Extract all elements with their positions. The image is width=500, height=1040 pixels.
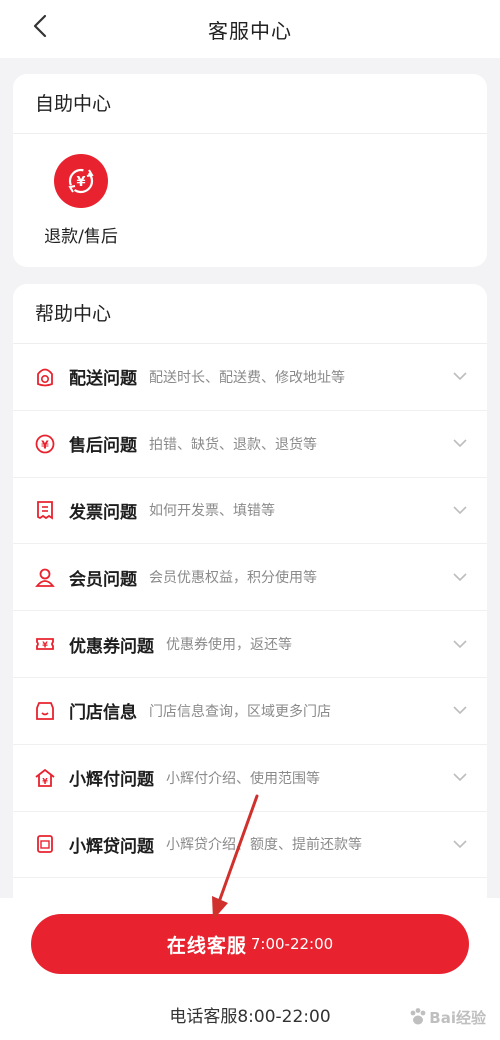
- online-service-button[interactable]: 在线客服 7:00-22:00: [31, 914, 469, 974]
- help-item-coupon[interactable]: ¥ 优惠券问题 优惠券使用，返还等: [13, 611, 487, 678]
- page-title: 客服中心: [208, 18, 292, 43]
- bottom-action-bar: 在线客服 7:00-22:00 电话客服8:00-22:00 Bai经验: [0, 898, 500, 1040]
- help-item-invoice[interactable]: 发票问题 如何开发票、填错等: [13, 478, 487, 545]
- help-item-name: 配送问题: [69, 369, 137, 390]
- store-icon: [33, 699, 57, 723]
- help-center-card: 帮助中心 配送问题 配送时长、配送费、修改地址等 ¥ 售后问题 拍错、缺货、退款…: [13, 284, 487, 924]
- help-item-desc: 拍错、缺货、退款、退货等: [149, 436, 317, 453]
- coupon-icon: ¥: [33, 632, 57, 656]
- delivery-icon: [33, 365, 57, 389]
- help-item-aftersale[interactable]: ¥ 售后问题 拍错、缺货、退款、退货等: [13, 411, 487, 478]
- help-item-desc: 小辉贷介绍、额度、提前还款等: [166, 837, 362, 854]
- self-service-title: 自助中心: [13, 74, 487, 134]
- online-service-label: 在线客服: [166, 934, 247, 957]
- help-item-name: 售后问题: [69, 436, 137, 457]
- help-item-desc: 门店信息查询，区域更多门店: [149, 703, 331, 720]
- paw-icon: [410, 1008, 426, 1025]
- help-item-name: 门店信息: [69, 703, 137, 724]
- chevron-down-icon: [451, 835, 469, 853]
- online-service-hours: 7:00-22:00: [250, 935, 334, 953]
- chevron-down-icon: [451, 635, 469, 653]
- help-item-loan[interactable]: 小辉贷问题 小辉贷介绍、额度、提前还款等: [13, 812, 487, 879]
- chevron-down-icon: [451, 501, 469, 519]
- chevron-left-icon: [33, 14, 47, 38]
- help-item-name: 优惠券问题: [69, 636, 154, 657]
- watermark-text: Bai经验: [429, 1008, 486, 1027]
- yen-icon: ¥: [33, 432, 57, 456]
- pay-icon: ¥: [33, 766, 57, 790]
- help-item-delivery[interactable]: 配送问题 配送时长、配送费、修改地址等: [13, 344, 487, 411]
- help-item-desc: 会员优惠权益，积分使用等: [149, 570, 317, 587]
- help-item-name: 会员问题: [69, 569, 137, 590]
- help-item-name: 小辉付问题: [69, 770, 154, 791]
- baidu-watermark: Bai经验: [407, 1006, 486, 1028]
- loan-icon: [33, 832, 57, 856]
- chevron-down-icon: [451, 568, 469, 586]
- invoice-icon: [33, 498, 57, 522]
- chevron-down-icon: [451, 435, 469, 453]
- chevron-down-icon: [451, 769, 469, 787]
- chevron-down-icon: [451, 368, 469, 386]
- help-item-pay[interactable]: ¥ 小辉付问题 小辉付介绍、使用范围等: [13, 745, 487, 812]
- svg-text:¥: ¥: [42, 641, 48, 650]
- refund-icon: ¥: [54, 154, 108, 208]
- help-item-name: 小辉贷问题: [69, 836, 154, 857]
- help-item-desc: 配送时长、配送费、修改地址等: [149, 369, 345, 386]
- refund-aftersale-button[interactable]: ¥ 退款/售后: [39, 154, 123, 247]
- top-nav-bar: 客服中心: [0, 0, 500, 58]
- help-item-desc: 优惠券使用，返还等: [166, 637, 292, 654]
- svg-text:¥: ¥: [41, 438, 49, 451]
- refund-aftersale-label: 退款/售后: [44, 227, 118, 247]
- help-list: 配送问题 配送时长、配送费、修改地址等 ¥ 售后问题 拍错、缺货、退款、退货等 …: [13, 344, 487, 879]
- member-icon: [33, 565, 57, 589]
- svg-text:¥: ¥: [42, 777, 48, 786]
- help-item-member[interactable]: 会员问题 会员优惠权益，积分使用等: [13, 544, 487, 612]
- help-item-store[interactable]: 门店信息 门店信息查询，区域更多门店: [13, 678, 487, 745]
- help-item-desc: 小辉付介绍、使用范围等: [166, 770, 320, 787]
- self-service-card: 自助中心 ¥ 退款/售后: [13, 74, 487, 267]
- help-item-desc: 如何开发票、填错等: [149, 503, 275, 520]
- help-item-name: 发票问题: [69, 502, 137, 523]
- back-button[interactable]: [26, 12, 54, 40]
- svg-text:¥: ¥: [76, 175, 85, 190]
- help-center-title: 帮助中心: [13, 284, 487, 344]
- chevron-down-icon: [451, 702, 469, 720]
